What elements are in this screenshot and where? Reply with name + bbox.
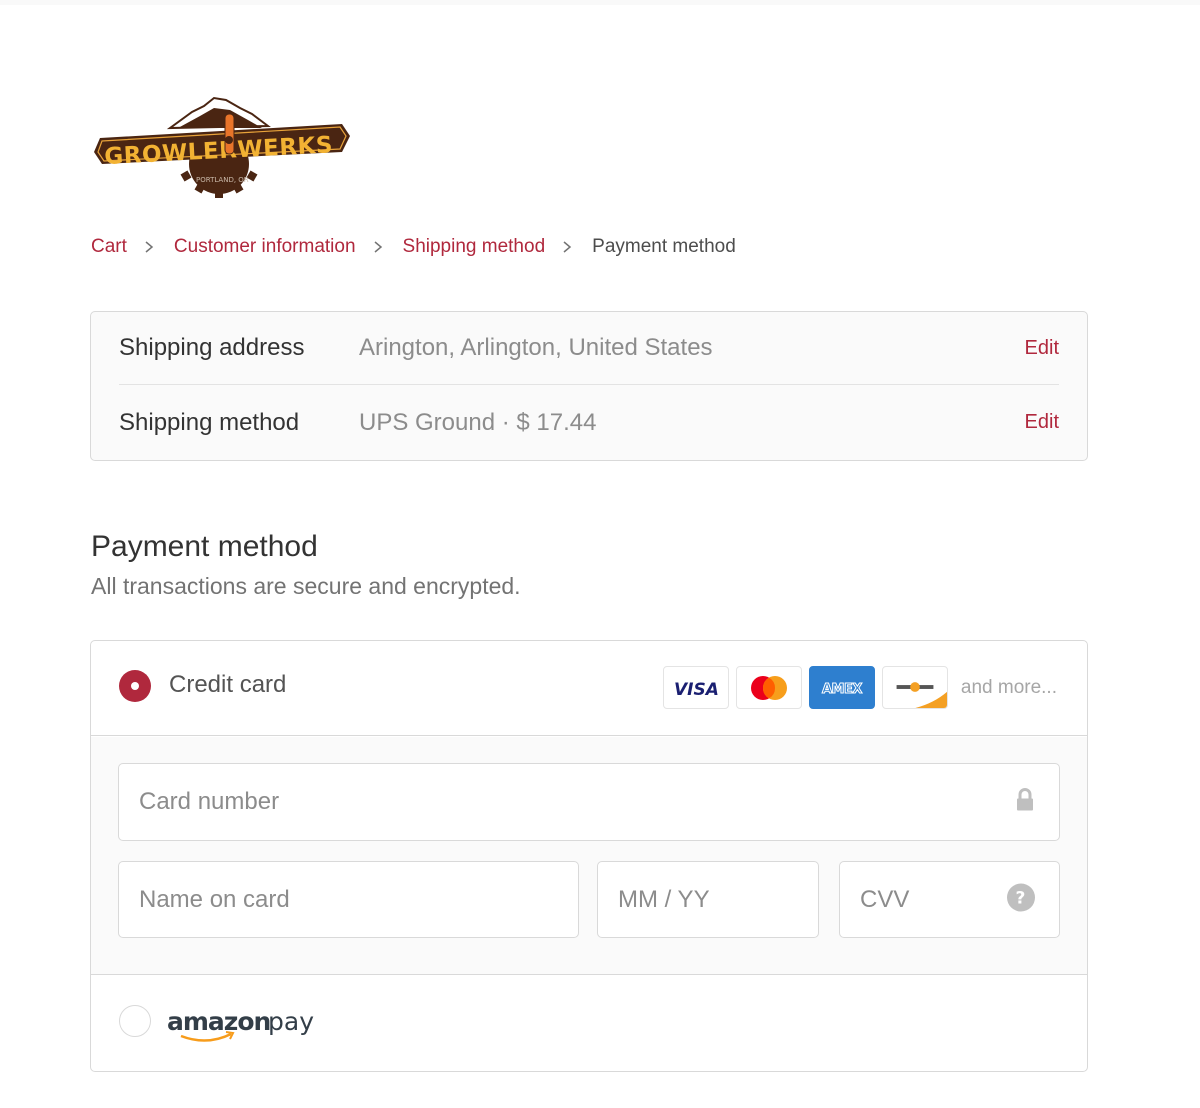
and-more-text: and more... xyxy=(960,676,1057,698)
review-label: Shipping method xyxy=(119,408,300,436)
chevron-right-icon xyxy=(372,241,384,253)
edit-shipping-address-link[interactable]: Edit xyxy=(1025,337,1059,360)
card-number-field[interactable] xyxy=(118,763,1060,841)
review-row-shipping-method: Shipping method UPS Ground · $ 17.44 Edi… xyxy=(119,386,1059,459)
breadcrumb-cart[interactable]: Cart xyxy=(91,236,127,258)
chevron-right-icon xyxy=(561,241,573,253)
review-label: Shipping address xyxy=(119,334,305,361)
credit-card-label: Credit card xyxy=(169,671,287,698)
payment-section-subtitle: All transactions are secure and encrypte… xyxy=(91,573,521,599)
logo-graphic: GROWLERWERKS PORTLAND, OR xyxy=(94,96,350,198)
svg-text:AMEX: AMEX xyxy=(822,682,862,697)
review-row-shipping-address: Shipping address Arington, Arlington, Un… xyxy=(119,312,1059,385)
amazon-pay-logo: amazon pay xyxy=(167,1004,327,1051)
card-number-input[interactable] xyxy=(119,764,1059,840)
credit-card-fields: ? xyxy=(91,737,1087,975)
chevron-right-icon xyxy=(143,241,155,253)
name-on-card-input[interactable] xyxy=(119,862,578,937)
amex-icon: AMEX xyxy=(808,666,875,709)
breadcrumb: Cart Customer information Shipping metho… xyxy=(91,236,736,258)
payment-section-title: Payment method xyxy=(91,530,318,563)
cvv-field[interactable]: ? xyxy=(839,861,1060,938)
mastercard-icon xyxy=(735,666,802,709)
expiration-date-input[interactable] xyxy=(598,862,818,937)
payment-option-credit-card[interactable]: Credit card VISA AMEX and more... xyxy=(91,641,1087,736)
svg-text:VISA: VISA xyxy=(674,680,719,699)
svg-text:?: ? xyxy=(1016,888,1026,908)
card-brands: VISA AMEX and more... xyxy=(656,666,1057,709)
svg-text:amazon: amazon xyxy=(167,1007,270,1036)
amazon-pay-radio[interactable] xyxy=(119,1005,151,1037)
breadcrumb-shipping-method[interactable]: Shipping method xyxy=(403,236,546,258)
review-value: UPS Ground · $ 17.44 xyxy=(359,408,597,436)
payment-options: Credit card VISA AMEX and more... Card n… xyxy=(90,640,1088,1072)
svg-text:pay: pay xyxy=(268,1007,314,1036)
payment-option-amazon-pay[interactable]: amazon pay xyxy=(91,976,1087,1071)
help-question-icon[interactable]: ? xyxy=(1007,883,1035,916)
credit-card-radio[interactable] xyxy=(119,670,151,702)
expiration-date-field[interactable] xyxy=(597,861,819,938)
review-value: Arington, Arlington, United States xyxy=(359,334,713,361)
lock-icon xyxy=(1015,788,1035,817)
breadcrumb-payment-method: Payment method xyxy=(592,236,736,257)
breadcrumb-customer-information[interactable]: Customer information xyxy=(174,236,356,258)
discover-icon xyxy=(881,666,948,709)
order-review-box: Shipping address Arington, Arlington, Un… xyxy=(90,311,1088,461)
logo-tagline: PORTLAND, OR xyxy=(196,176,249,184)
edit-shipping-method-link[interactable]: Edit xyxy=(1025,411,1059,434)
visa-icon: VISA xyxy=(662,666,729,709)
name-on-card-field[interactable] xyxy=(118,861,579,938)
top-bar xyxy=(0,0,1200,5)
growlerwerks-logo[interactable]: GROWLERWERKS PORTLAND, OR xyxy=(92,94,354,198)
